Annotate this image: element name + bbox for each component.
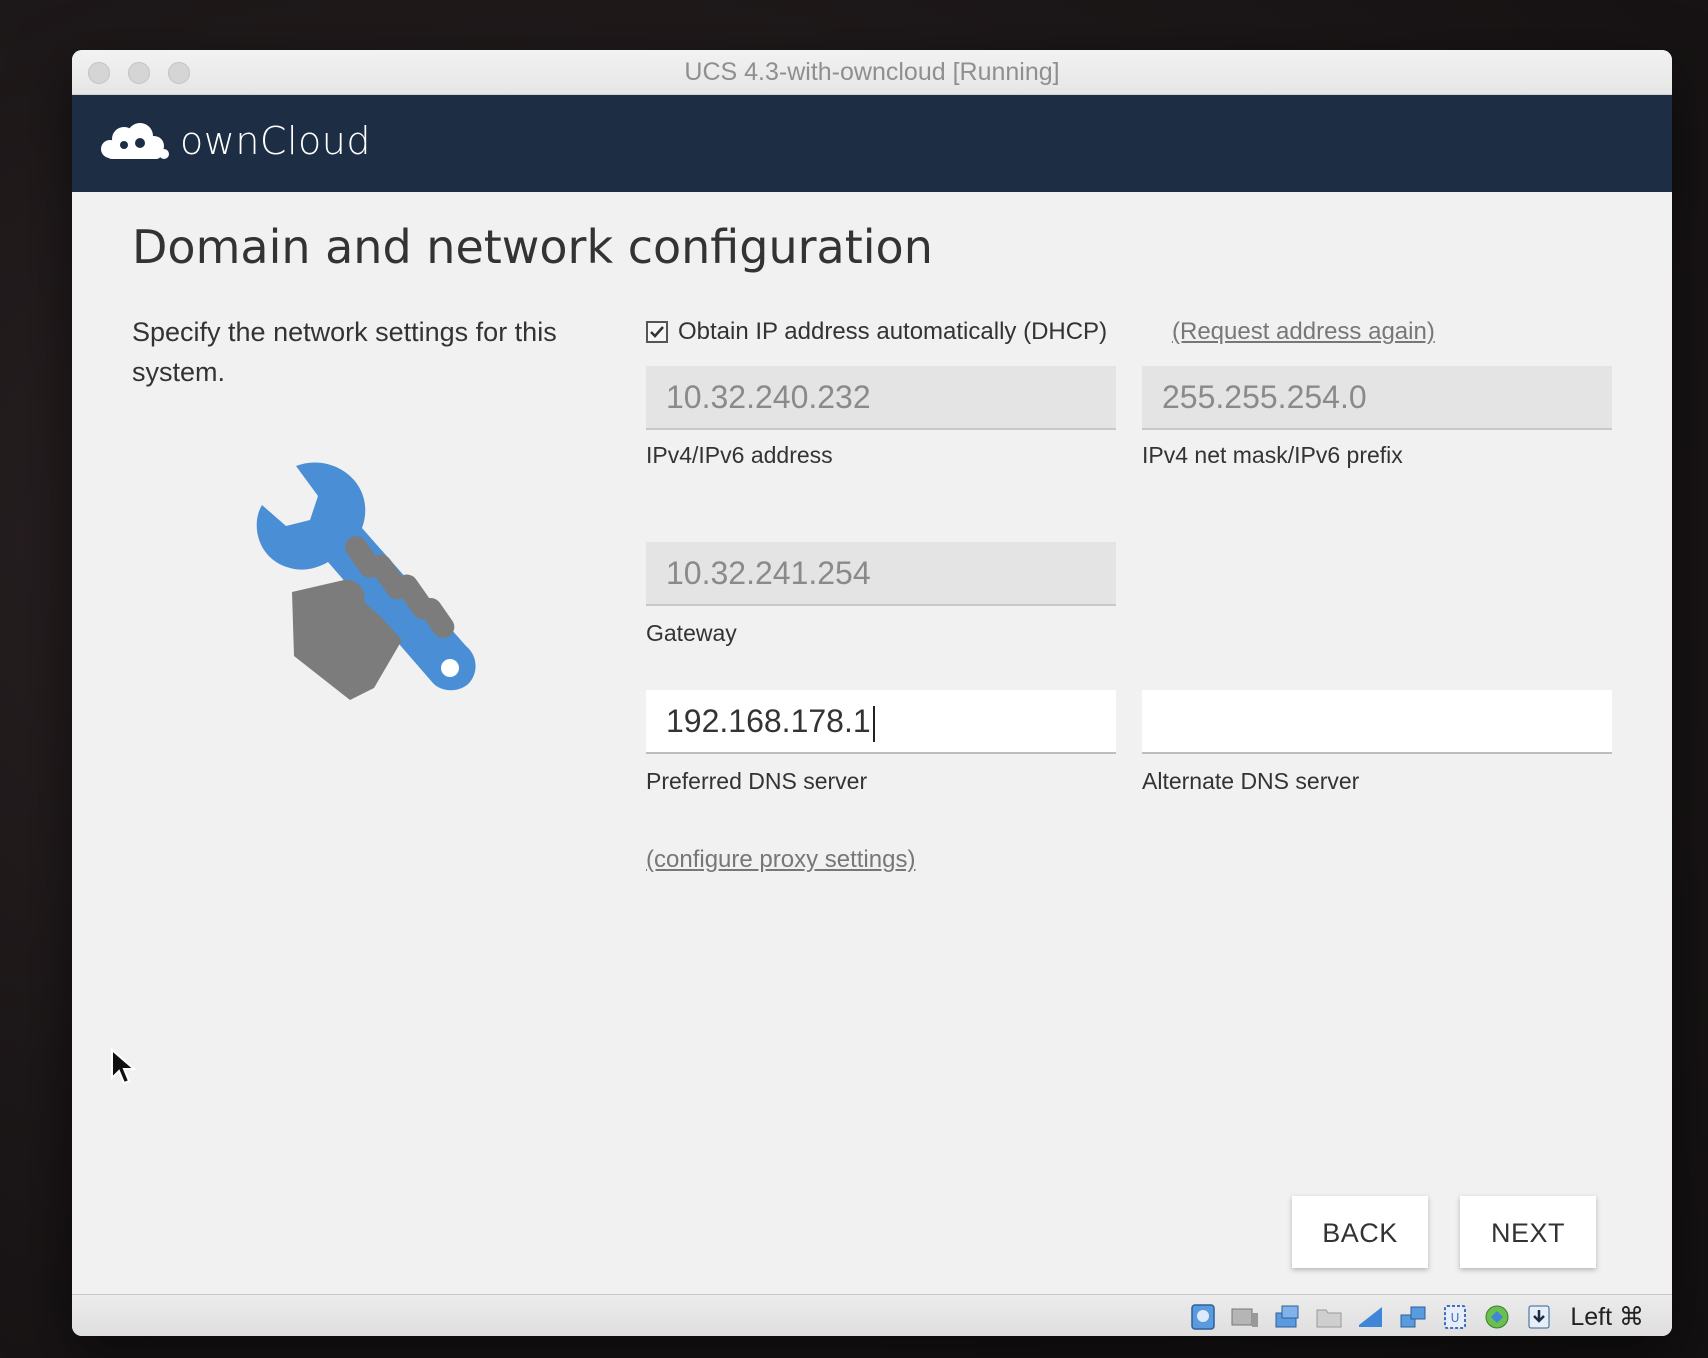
shared-folder-icon[interactable] xyxy=(1314,1303,1344,1331)
app-header: ownCloud xyxy=(72,95,1672,192)
usb-icon[interactable] xyxy=(1272,1303,1302,1331)
text-caret xyxy=(872,705,875,742)
svg-text:U: U xyxy=(1451,1311,1460,1325)
configure-proxy-link[interactable]: (configure proxy settings) xyxy=(646,846,915,874)
preferred-dns-value: 192.168.178.1 xyxy=(666,703,871,739)
intro-text: Specify the network settings for this sy… xyxy=(132,317,557,387)
vm-window: UCS 4.3-with-owncloud [Running] ownCloud xyxy=(72,50,1672,1336)
title-bar: UCS 4.3-with-owncloud [Running] xyxy=(72,50,1672,95)
request-address-link[interactable]: (Request address again) xyxy=(1172,318,1435,346)
cpu-icon[interactable] xyxy=(1482,1303,1512,1331)
wrench-hand-illustration xyxy=(232,450,492,715)
ip-address-field[interactable]: 10.32.240.232 xyxy=(646,366,1116,430)
back-button[interactable]: BACK xyxy=(1292,1196,1428,1268)
netmask-label: IPv4 net mask/IPv6 prefix xyxy=(1142,442,1403,468)
netmask-field[interactable]: 255.255.254.0 xyxy=(1142,366,1612,430)
wrench-hand-icon xyxy=(256,462,476,700)
cloud-icon xyxy=(101,123,169,159)
owncloud-logo: ownCloud xyxy=(96,119,371,163)
page-title: Domain and network configuration xyxy=(132,220,933,274)
alternate-dns-field[interactable] xyxy=(1142,690,1612,754)
mouse-pointer-icon xyxy=(110,1047,137,1091)
download-icon[interactable] xyxy=(1524,1303,1554,1331)
vm-status-bar: U Left ⌘ xyxy=(72,1294,1672,1336)
next-button[interactable]: NEXT xyxy=(1460,1196,1596,1268)
recording-icon[interactable]: U xyxy=(1440,1303,1470,1331)
display-icon[interactable] xyxy=(1356,1303,1386,1331)
window-title: UCS 4.3-with-owncloud [Running] xyxy=(684,58,1060,86)
hard-disk-icon[interactable] xyxy=(1188,1303,1218,1331)
optical-drive-icon[interactable] xyxy=(1230,1303,1260,1331)
gateway-label: Gateway xyxy=(646,620,737,646)
brand-name: ownCloud xyxy=(180,119,371,163)
preferred-dns-field[interactable]: 192.168.178.1 xyxy=(646,690,1116,754)
dhcp-label[interactable]: Obtain IP address automatically (DHCP) xyxy=(678,318,1107,346)
status-icons: U Left ⌘ xyxy=(1188,1302,1644,1332)
network-icon[interactable] xyxy=(1398,1303,1428,1331)
gateway-field[interactable]: 10.32.241.254 xyxy=(646,542,1116,606)
alternate-dns-label: Alternate DNS server xyxy=(1142,768,1360,794)
checkmark-icon xyxy=(650,326,664,338)
ip-address-label: IPv4/IPv6 address xyxy=(646,442,833,468)
host-key-indicator: Left ⌘ xyxy=(1570,1303,1644,1331)
preferred-dns-label: Preferred DNS server xyxy=(646,768,868,794)
dhcp-checkbox[interactable] xyxy=(646,321,668,343)
dhcp-option: Obtain IP address automatically (DHCP) xyxy=(646,318,1107,346)
